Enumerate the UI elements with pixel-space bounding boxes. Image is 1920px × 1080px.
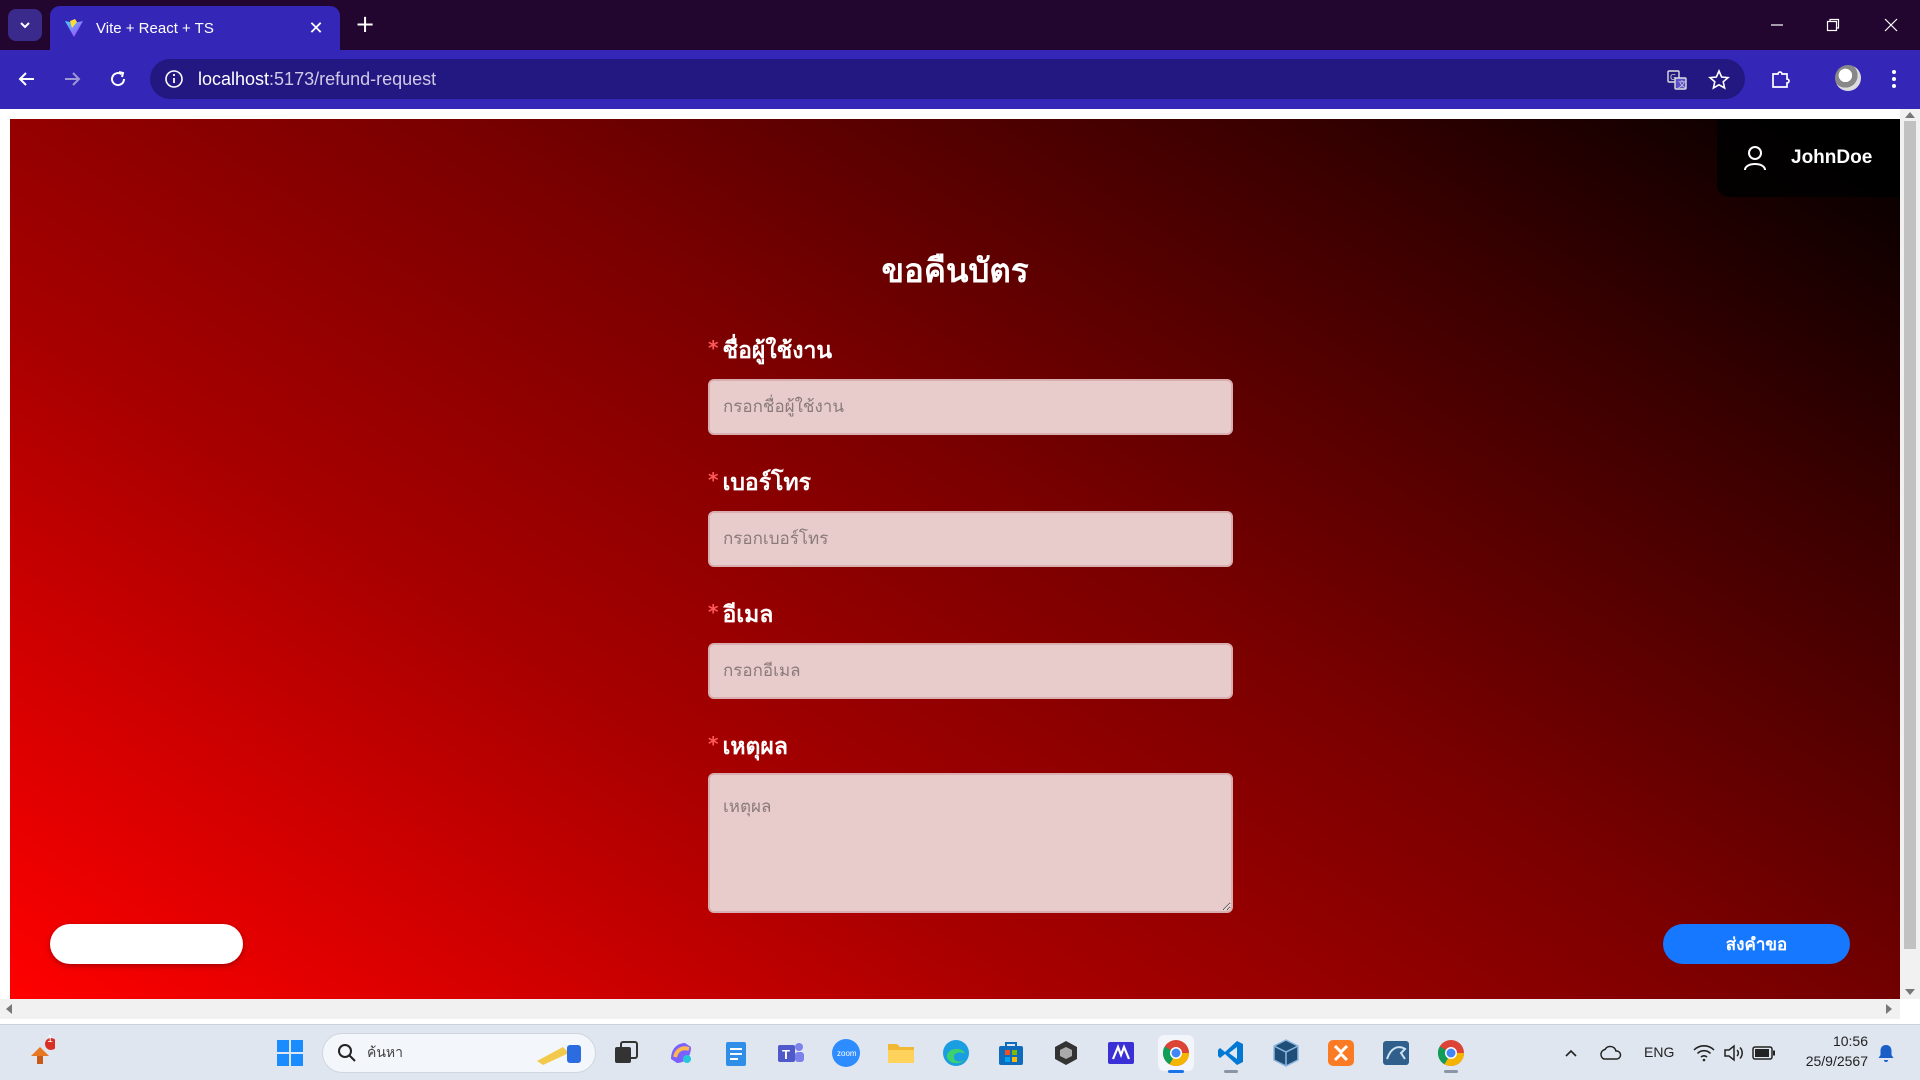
scroll-down-icon[interactable] — [1905, 989, 1915, 995]
mysql-workbench-icon[interactable] — [1378, 1035, 1414, 1071]
search-icon — [338, 1044, 356, 1062]
refund-request-page: JohnDoe ขอคืนบัตร *ชื่อผู้ใช้งาน *เบอร์โ… — [10, 119, 1900, 999]
page-viewport: JohnDoe ขอคืนบัตร *ชื่อผู้ใช้งาน *เบอร์โ… — [0, 109, 1920, 1024]
copilot-icon[interactable] — [663, 1035, 699, 1071]
new-tab-button[interactable]: + — [352, 12, 378, 38]
clock-time[interactable]: 10:56 — [1822, 1033, 1868, 1049]
reason-textarea[interactable] — [708, 773, 1233, 913]
required-mark: * — [708, 468, 719, 492]
svg-text:zoom: zoom — [837, 1049, 857, 1058]
chrome-icon[interactable] — [1433, 1035, 1469, 1073]
email-field[interactable] — [708, 643, 1233, 699]
extensions-icon[interactable] — [1766, 64, 1796, 94]
required-mark: * — [708, 732, 719, 756]
scroll-left-icon[interactable] — [6, 1004, 12, 1014]
tab-search-button[interactable] — [8, 9, 42, 41]
required-mark: * — [708, 336, 719, 360]
windows-taskbar: 1 ค้นหา T zoom ENG 10:56 25/9/2567 — [0, 1024, 1920, 1080]
xampp-icon[interactable] — [1323, 1035, 1359, 1071]
reload-icon[interactable] — [103, 64, 133, 94]
scrollbar-thumb[interactable] — [1904, 121, 1916, 949]
mytools-icon[interactable] — [1103, 1035, 1139, 1071]
page-title: ขอคืนบัตร — [881, 251, 1029, 290]
forward-arrow-icon[interactable] — [57, 64, 87, 94]
vscode-icon[interactable] — [1213, 1035, 1249, 1073]
restore-icon[interactable] — [1818, 12, 1848, 38]
tab-close-icon[interactable]: ✕ — [306, 18, 326, 39]
svg-text:T: T — [782, 1047, 790, 1062]
vite-logo-icon — [65, 19, 83, 37]
phone-label: * เบอร์โทร — [708, 468, 811, 496]
profile-avatar[interactable] — [1835, 65, 1861, 91]
address-bar[interactable]: localhost:5173/refund-request G文 — [150, 59, 1745, 99]
battery-icon[interactable] — [1746, 1035, 1782, 1071]
translate-icon[interactable]: G文 — [1666, 69, 1688, 91]
zoom-icon[interactable]: zoom — [828, 1035, 864, 1071]
user-icon — [1744, 146, 1766, 171]
clock-date[interactable]: 25/9/2567 — [1793, 1053, 1868, 1069]
search-placeholder: ค้นหา — [367, 1045, 404, 1061]
email-label: * อีเมล — [708, 600, 774, 628]
back-button[interactable] — [50, 924, 243, 964]
chrome-taskbar-icon-active[interactable] — [1158, 1035, 1194, 1073]
search-highlight-icon — [537, 1045, 581, 1065]
required-mark: * — [708, 600, 719, 624]
taskbar-search[interactable]: ค้นหา — [322, 1033, 596, 1073]
more-menu-icon[interactable] — [1879, 64, 1909, 94]
browser-tab-active[interactable]: Vite + React + TS ✕ — [50, 6, 340, 50]
notification-badge: 1 — [47, 1034, 53, 1045]
chevron-down-icon — [20, 22, 30, 29]
svg-text:文: 文 — [1678, 79, 1686, 89]
start-windows-icon[interactable] — [272, 1035, 308, 1071]
user-menu[interactable]: JohnDoe — [1717, 119, 1900, 197]
notepad-icon[interactable] — [718, 1035, 754, 1071]
svg-text:G: G — [1670, 73, 1676, 82]
edge-icon[interactable] — [938, 1035, 974, 1071]
unity-hub-icon[interactable] — [1048, 1035, 1084, 1071]
close-window-icon[interactable] — [1876, 12, 1906, 38]
scroll-right-icon[interactable] — [1886, 1004, 1892, 1014]
username-field[interactable] — [708, 379, 1233, 435]
teams-icon[interactable]: T — [773, 1035, 809, 1071]
file-explorer-icon[interactable] — [883, 1035, 919, 1071]
notification-bell-icon[interactable] — [1868, 1035, 1904, 1071]
vertical-scrollbar[interactable] — [1900, 109, 1920, 999]
store-icon[interactable] — [993, 1035, 1029, 1071]
browser-title-bar: Vite + React + TS ✕ + — [0, 0, 1920, 50]
username-label: * ชื่อผู้ใช้งาน — [708, 336, 833, 364]
language-indicator[interactable]: ENG — [1644, 1044, 1674, 1060]
submit-button[interactable]: ส่งคำขอ — [1663, 924, 1850, 964]
scroll-up-icon[interactable] — [1905, 112, 1915, 118]
task-view-icon[interactable] — [608, 1035, 644, 1071]
site-info-icon[interactable] — [154, 59, 194, 99]
back-arrow-icon[interactable] — [12, 64, 42, 94]
chevron-up-icon[interactable] — [1553, 1035, 1589, 1071]
onedrive-cloud-icon[interactable] — [1592, 1035, 1628, 1071]
phone-field[interactable] — [708, 511, 1233, 567]
browser-toolbar: localhost:5173/refund-request G文 — [0, 50, 1920, 109]
minimize-icon[interactable] — [1762, 12, 1792, 38]
virtualbox-icon[interactable] — [1268, 1035, 1304, 1071]
username: JohnDoe — [1791, 147, 1873, 168]
horizontal-scrollbar[interactable] — [0, 999, 1900, 1019]
bookmark-star-icon[interactable] — [1708, 69, 1730, 91]
widgets-icon[interactable]: 1 — [22, 1034, 58, 1071]
tab-title: Vite + React + TS — [96, 19, 214, 37]
url-text[interactable]: localhost:5173/refund-request — [198, 69, 436, 90]
reason-label: * เหตุผล — [708, 732, 788, 760]
